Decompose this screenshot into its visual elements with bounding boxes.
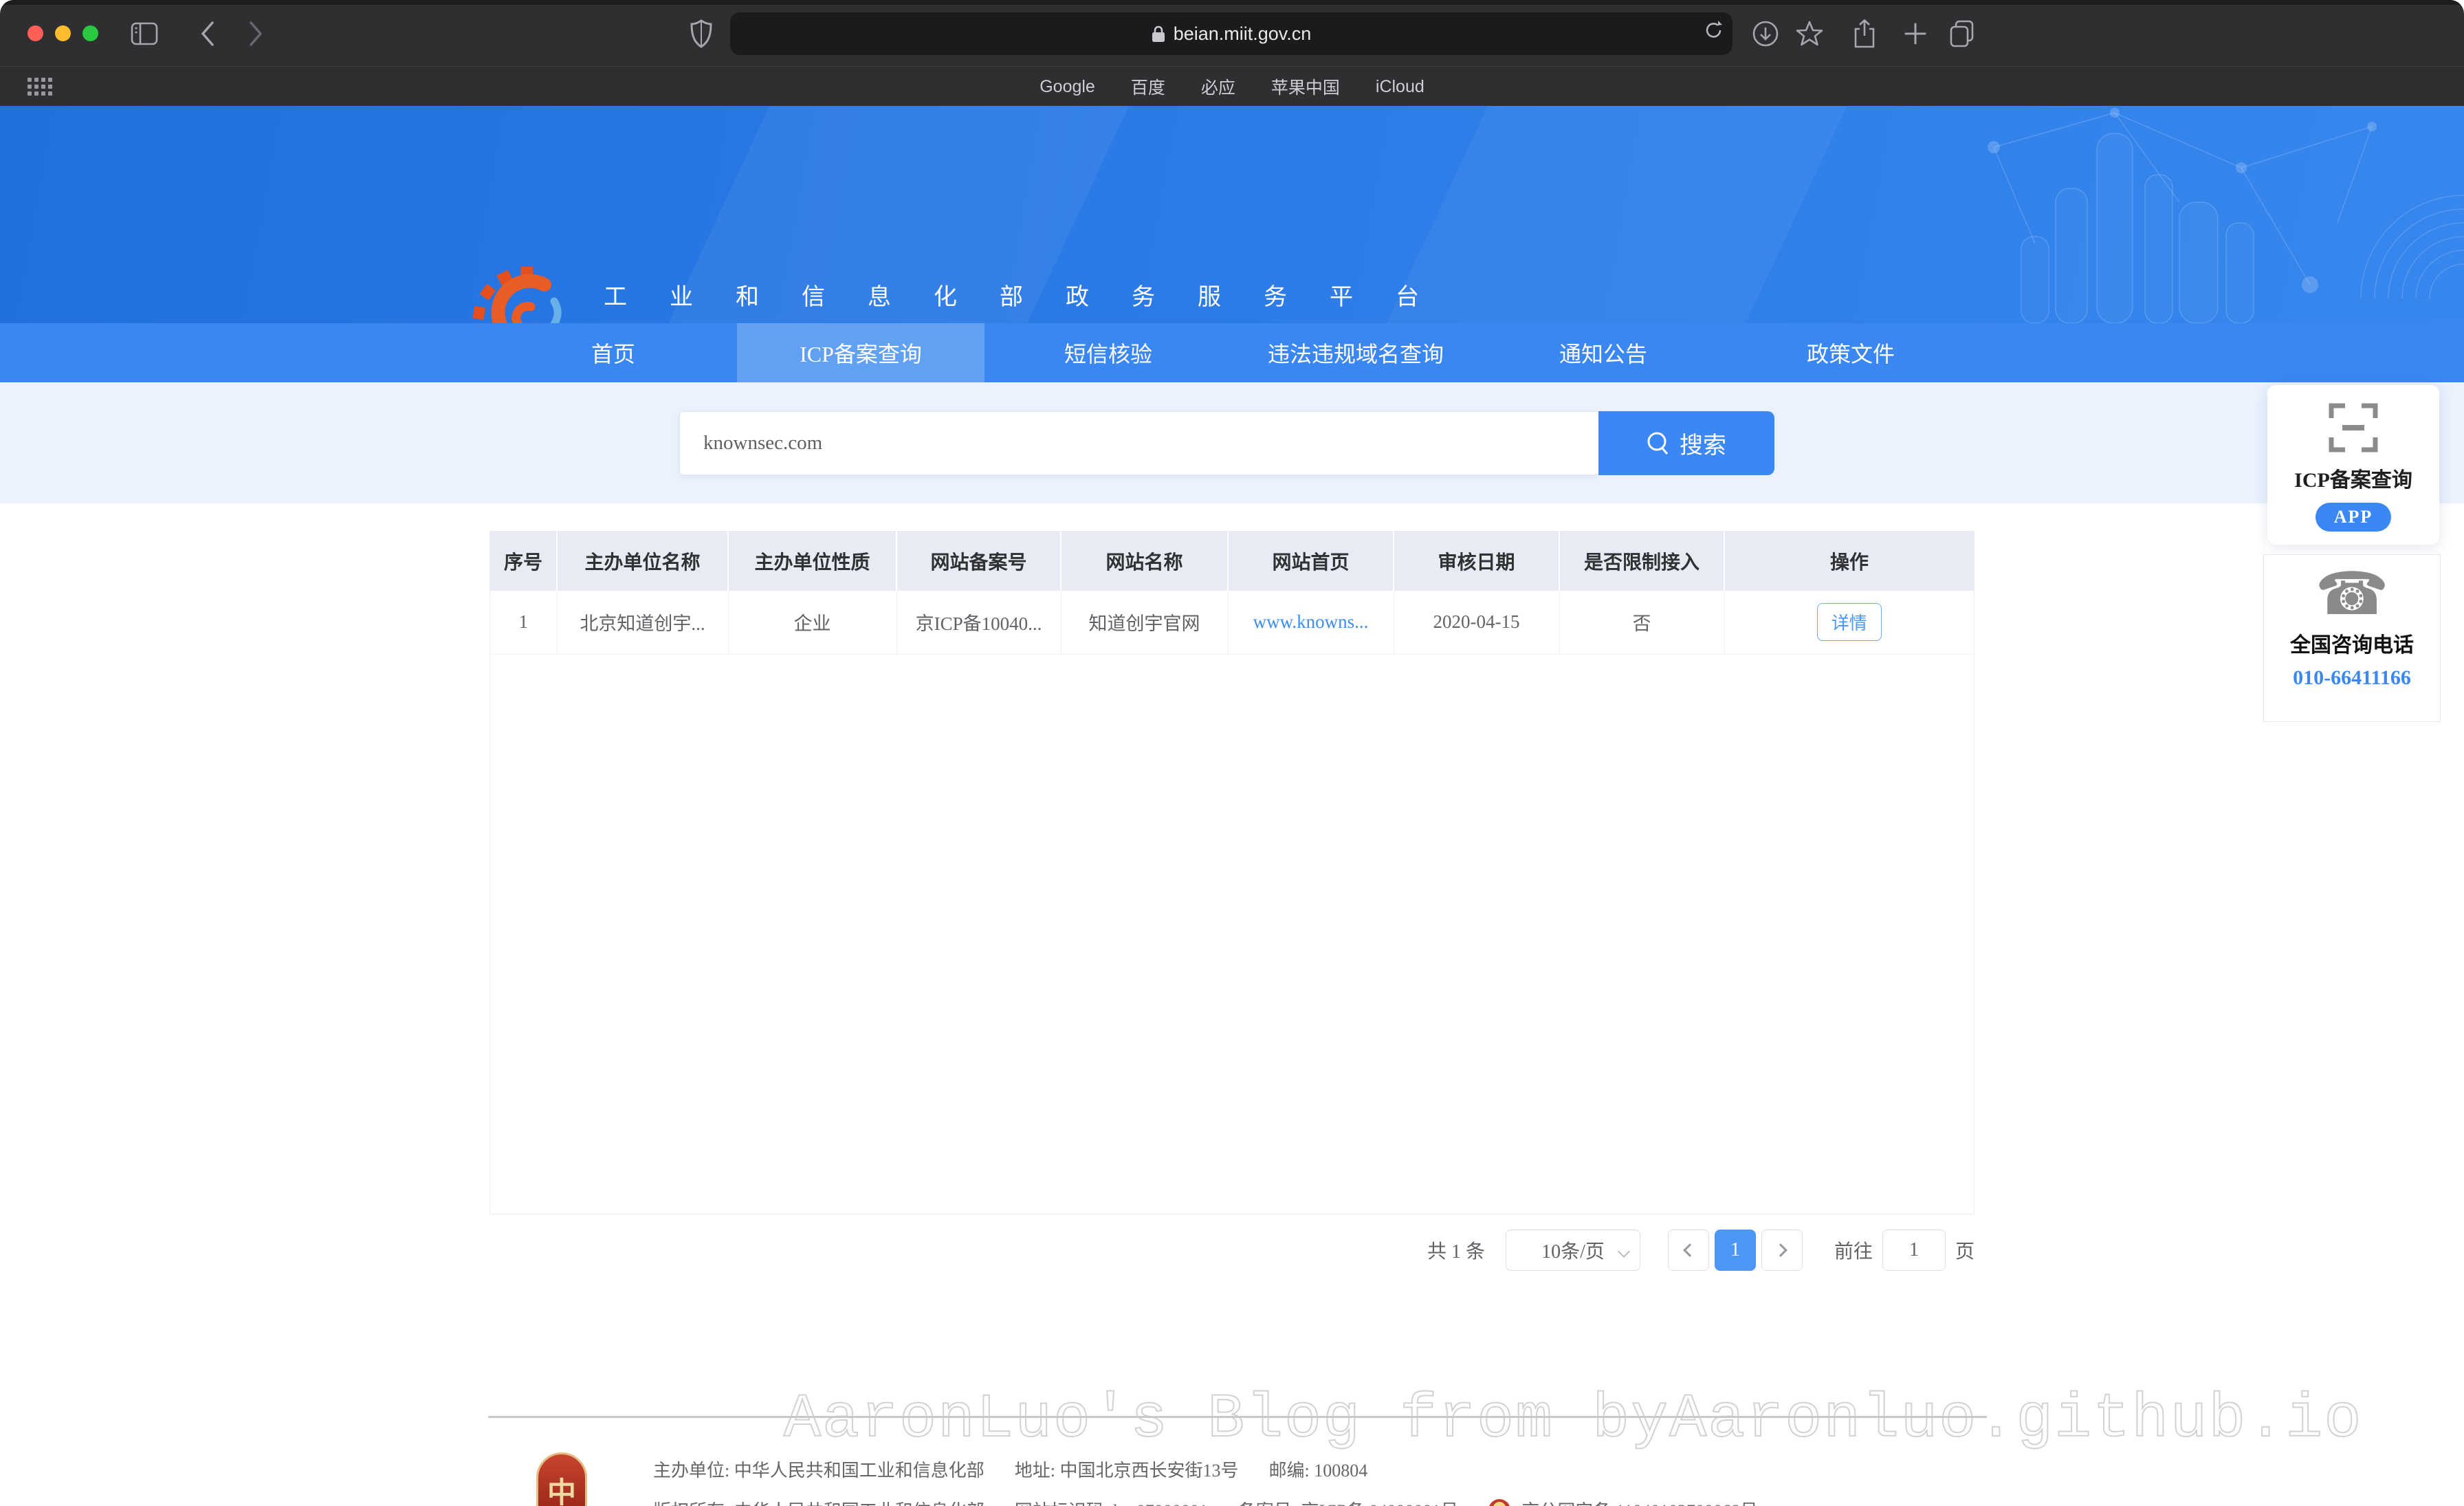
lock-icon — [1152, 25, 1165, 43]
col-access-restricted: 是否限制接入 — [1559, 532, 1724, 591]
col-organizer-name: 主办单位名称 — [557, 532, 728, 591]
bookmark-google[interactable]: Google — [1040, 77, 1095, 97]
close-window-button[interactable] — [28, 25, 43, 41]
chevron-down-icon — [1618, 1245, 1630, 1258]
results-card: 序号 主办单位名称 主办单位性质 网站备案号 网站名称 网站首页 审核日期 是否… — [490, 531, 1974, 1214]
col-homepage: 网站首页 — [1228, 532, 1394, 591]
bookmarks-bar: Google 百度 必应 苹果中国 iCloud — [0, 66, 2464, 106]
window-edge — [0, 0, 2464, 5]
hotline-title: 全国咨询电话 — [2264, 628, 2440, 658]
nav-item-notices[interactable]: 通知公告 — [1480, 323, 1727, 382]
prev-page-button[interactable] — [1668, 1230, 1709, 1271]
zoom-window-button[interactable] — [82, 25, 98, 41]
col-actions: 操作 — [1724, 532, 1974, 591]
results-table: 序号 主办单位名称 主办单位性质 网站备案号 网站名称 网站首页 审核日期 是否… — [490, 532, 1974, 655]
domain-search-input[interactable] — [679, 411, 1598, 475]
downloads-icon[interactable] — [1749, 17, 1782, 50]
bookmarks-star-icon[interactable] — [1793, 17, 1826, 50]
icp-app-card[interactable]: ICP备案查询 APP — [2267, 385, 2439, 545]
minimize-window-button[interactable] — [55, 25, 71, 41]
footer-line-2: 版权所有: 中华人民共和国工业和信息化部 网站标识码: bm07000001 备… — [653, 1497, 1758, 1506]
new-tab-icon[interactable] — [1899, 17, 1932, 50]
cell-index: 1 — [490, 591, 557, 654]
detail-button[interactable]: 详情 — [1817, 603, 1882, 641]
col-organizer-nature: 主办单位性质 — [728, 532, 896, 591]
table-row: 1 北京知道创宇... 企业 京ICP备10040... 知道创宇官网 www.… — [490, 591, 1974, 654]
nav-item-home[interactable]: 首页 — [490, 323, 737, 382]
main-nav: 首页 ICP备案查询 短信核验 违法违规域名查询 通知公告 政策文件 — [0, 323, 2464, 382]
reload-icon[interactable] — [1705, 19, 1723, 45]
search-icon — [1647, 431, 1670, 456]
search-section: 搜索 — [0, 382, 2464, 503]
col-license-number: 网站备案号 — [896, 532, 1061, 591]
footer-divider — [488, 1416, 1987, 1418]
app-badge: APP — [2316, 503, 2391, 532]
table-header-row: 序号 主办单位名称 主办单位性质 网站备案号 网站名称 网站首页 审核日期 是否… — [490, 532, 1974, 591]
site-header: 工业和信息化部政务服务平台 ICP/IP地址/域名信息备案管理系统 — [0, 106, 2464, 323]
header-tagline: 工业和信息化部政务服务平台 — [604, 278, 1462, 312]
bookmark-icloud[interactable]: iCloud — [1376, 77, 1424, 97]
bookmark-apple-china[interactable]: 苹果中国 — [1271, 74, 1340, 99]
cell-license-number: 京ICP备10040... — [896, 591, 1061, 654]
cell-organizer-name: 北京知道创宇... — [557, 591, 728, 654]
bookmark-bing[interactable]: 必应 — [1201, 74, 1235, 99]
app-card-title: ICP备案查询 — [2267, 463, 2439, 493]
window-controls — [28, 25, 98, 41]
pagination: 共 1 条 10条/页 1 前往 页 — [490, 1228, 1974, 1272]
nav-item-sms-verify[interactable]: 短信核验 — [984, 323, 1232, 382]
phone-icon: ☎ — [2264, 565, 2440, 624]
miit-gear-logo — [473, 267, 580, 323]
miit-emblem-logo: 中 — [536, 1452, 587, 1506]
forward-button[interactable] — [239, 17, 272, 50]
url-text: beian.miit.gov.cn — [1174, 23, 1312, 45]
page-size-select[interactable]: 10条/页 — [1506, 1230, 1640, 1271]
public-security-badge-icon — [1488, 1499, 1510, 1506]
page-footer: 中 主办单位: 中华人民共和国工业和信息化部 地址: 中国北京西长安街13号 邮… — [0, 1441, 2464, 1506]
safari-window: beian.miit.gov.cn — [0, 0, 2464, 1506]
qr-scan-icon — [2329, 403, 2378, 452]
goto-label: 前往 — [1834, 1236, 1873, 1264]
chevron-left-icon — [1683, 1243, 1697, 1257]
nav-item-policies[interactable]: 政策文件 — [1727, 323, 1974, 382]
col-audit-date: 审核日期 — [1394, 532, 1559, 591]
nav-item-illegal-domains[interactable]: 违法违规域名查询 — [1232, 323, 1480, 382]
browser-toolbar: beian.miit.gov.cn — [0, 5, 2464, 66]
bookmark-baidu[interactable]: 百度 — [1131, 74, 1165, 99]
goto-page-input[interactable] — [1882, 1230, 1946, 1271]
share-icon[interactable] — [1848, 17, 1881, 50]
nav-item-icp-query[interactable]: ICP备案查询 — [737, 323, 984, 382]
cell-audit-date: 2020-04-15 — [1394, 591, 1559, 654]
shield-extension-icon[interactable] — [685, 17, 718, 50]
browser-chrome: beian.miit.gov.cn — [0, 0, 2464, 106]
hotline-card: ☎ 全国咨询电话 010-66411166 — [2263, 554, 2441, 722]
tab-overview-icon[interactable] — [1946, 17, 1979, 50]
hotline-number[interactable]: 010-66411166 — [2264, 666, 2440, 690]
footer-line-1: 主办单位: 中华人民共和国工业和信息化部 地址: 中国北京西长安街13号 邮编:… — [653, 1456, 1758, 1482]
total-count: 共 1 条 — [1427, 1236, 1485, 1264]
gongan-filing-link[interactable]: 京公网安备 11040102700068号 — [1521, 1497, 1758, 1506]
page-unit-label: 页 — [1955, 1236, 1974, 1264]
cell-access-restricted: 否 — [1559, 591, 1724, 654]
page-number-current[interactable]: 1 — [1715, 1230, 1756, 1271]
col-index: 序号 — [490, 532, 557, 591]
chevron-right-icon — [1774, 1243, 1788, 1257]
cell-organizer-nature: 企业 — [728, 591, 896, 654]
next-page-button[interactable] — [1761, 1230, 1803, 1271]
address-bar[interactable]: beian.miit.gov.cn — [730, 12, 1732, 55]
col-site-name: 网站名称 — [1061, 532, 1228, 591]
site-title: ICP/IP地址/域名信息备案管理系统 — [600, 315, 1345, 323]
sidebar-toggle-icon[interactable] — [128, 17, 161, 50]
city-wireframe-decoration — [1952, 106, 2464, 323]
back-button[interactable] — [191, 17, 224, 50]
search-button[interactable]: 搜索 — [1598, 411, 1774, 475]
cell-site-name: 知道创宇官网 — [1061, 591, 1228, 654]
homepage-link[interactable]: www.knowns... — [1253, 611, 1369, 632]
